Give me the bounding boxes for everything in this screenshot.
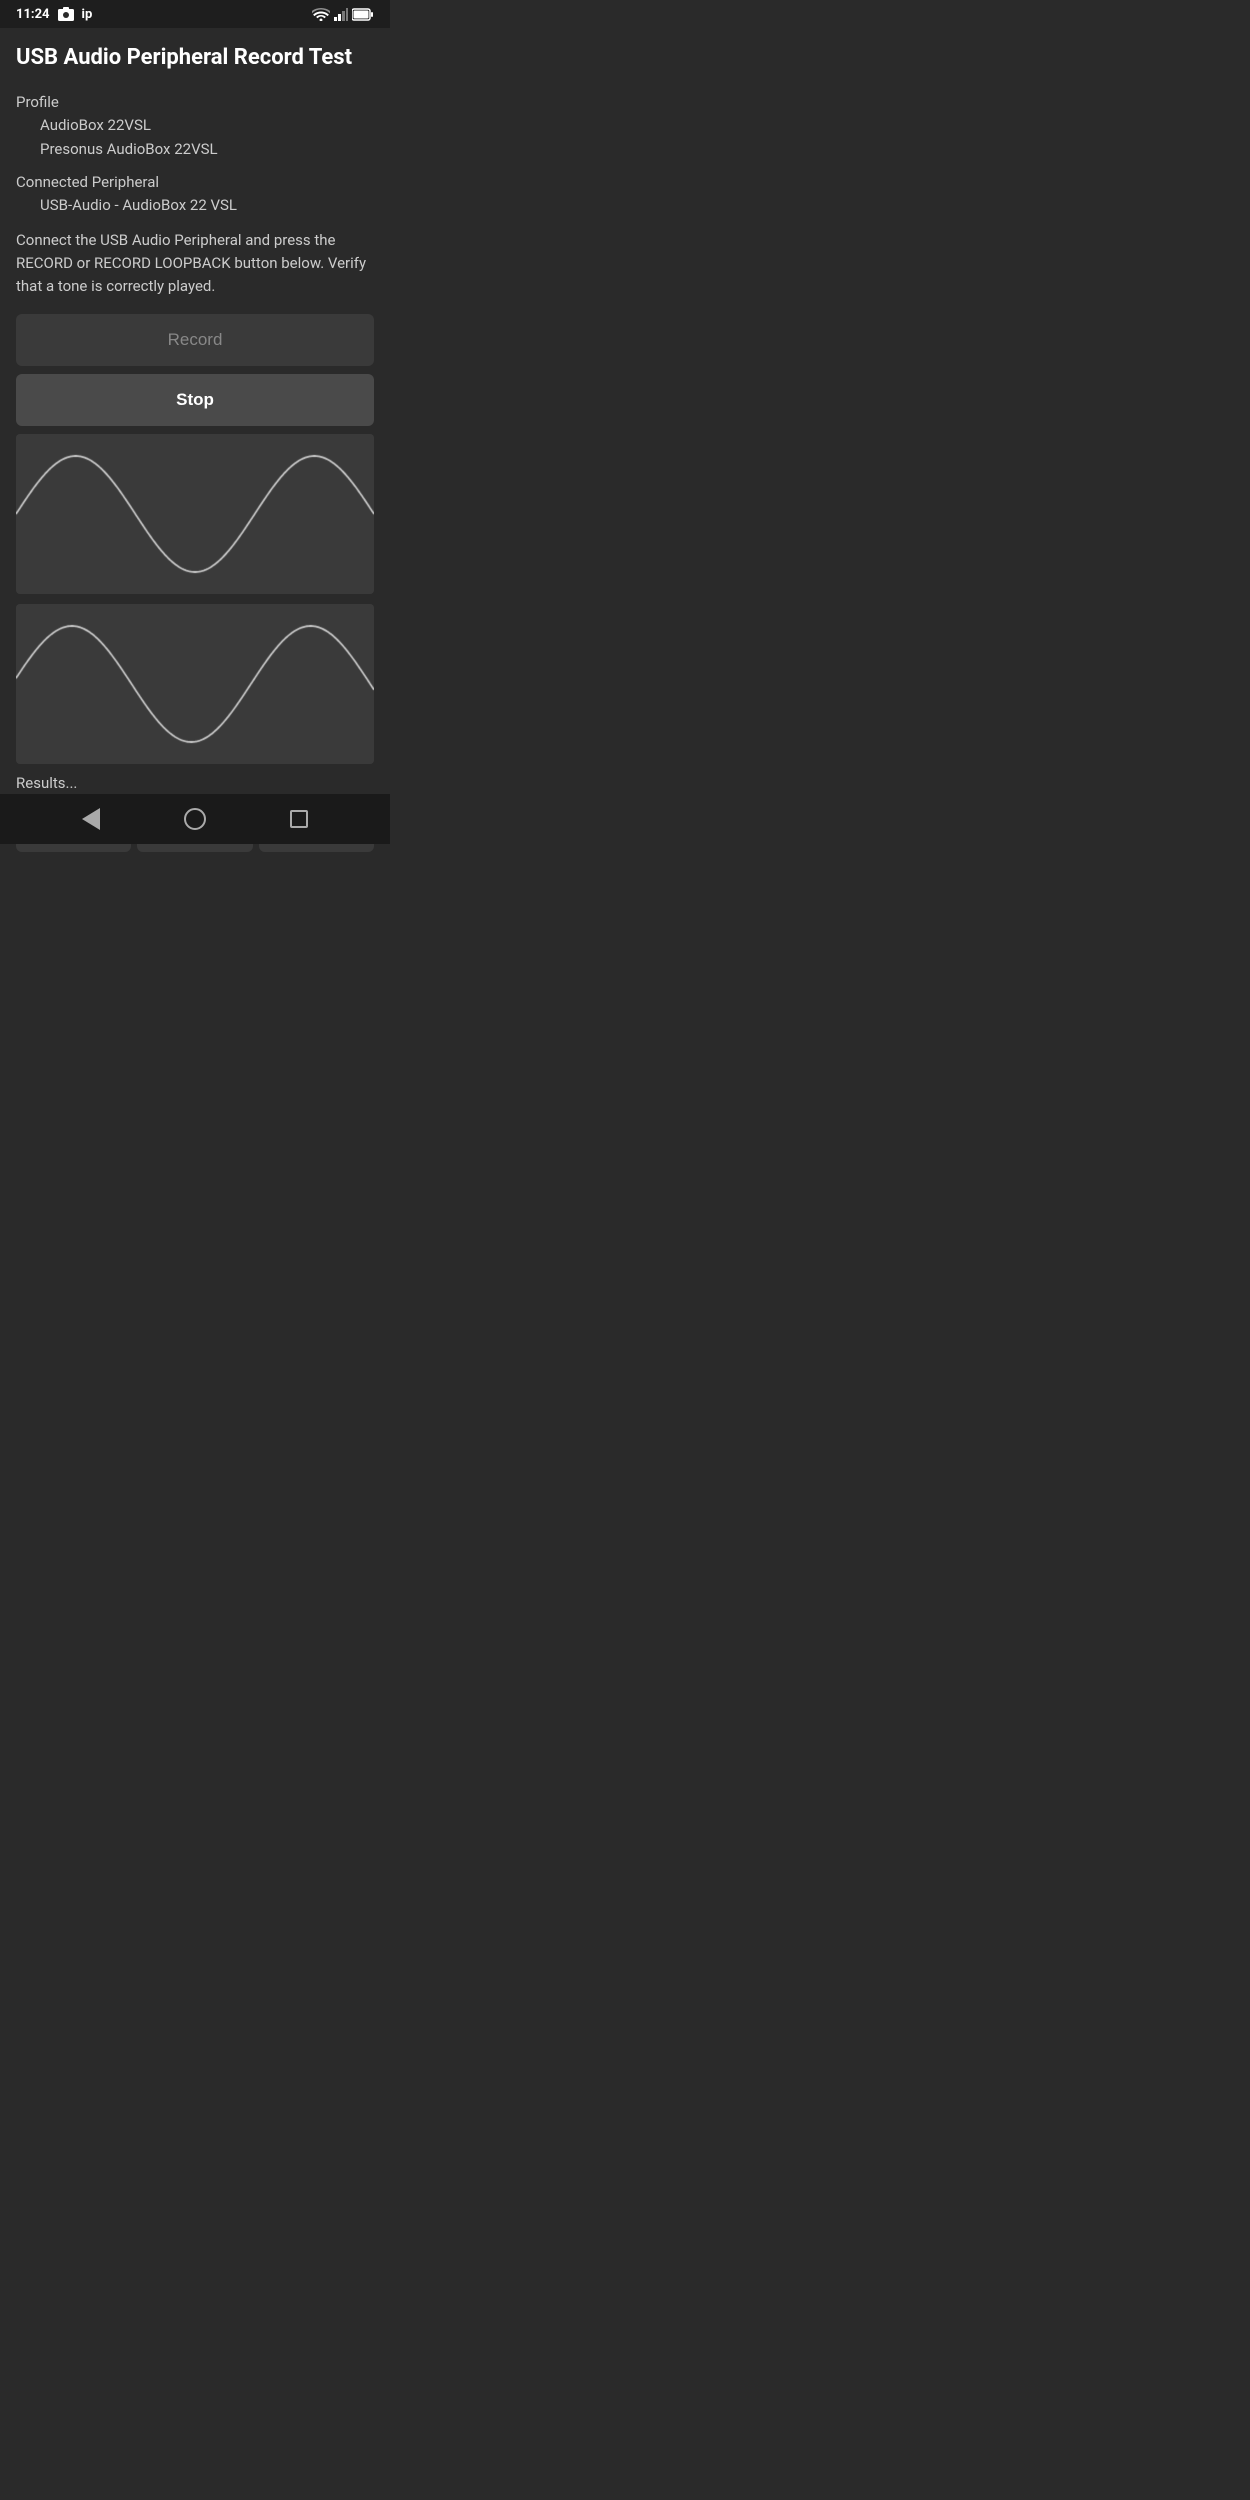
main-content: USB Audio Peripheral Record Test Profile…: [0, 28, 390, 870]
connected-peripheral-section: Connected Peripheral USB-Audio - AudioBo…: [16, 173, 374, 217]
ip-label: ip: [82, 7, 93, 22]
profile-label: Profile: [16, 93, 374, 111]
waveform-container-2: [16, 604, 374, 764]
photo-icon: [58, 7, 74, 21]
connected-peripheral-value: USB-Audio - AudioBox 22 VSL: [16, 193, 374, 217]
status-left: 11:24 ip: [16, 7, 92, 22]
profile-line2: Presonus AudioBox 22VSL: [16, 137, 374, 161]
waveform-container: [16, 434, 374, 594]
waveform-canvas-2: [16, 604, 374, 764]
results-label: Results...: [16, 774, 374, 792]
page-title: USB Audio Peripheral Record Test: [16, 44, 374, 73]
home-icon: [184, 808, 206, 830]
nav-home-button[interactable]: [184, 808, 206, 830]
connected-peripheral-label: Connected Peripheral: [16, 173, 374, 191]
profile-line1: AudioBox 22VSL: [16, 113, 374, 137]
time-display: 11:24: [16, 7, 50, 22]
wifi-icon: [312, 8, 330, 21]
signal-icon: [334, 8, 348, 21]
nav-recent-button[interactable]: [290, 810, 308, 828]
recent-icon: [290, 810, 308, 828]
record-button[interactable]: Record: [16, 314, 374, 366]
battery-icon: [352, 8, 374, 21]
status-right: [312, 8, 374, 21]
status-bar: 11:24 ip: [0, 0, 390, 28]
waveform-canvas: [16, 434, 374, 594]
nav-back-button[interactable]: [82, 808, 100, 830]
nav-bar: [0, 794, 390, 844]
stop-button[interactable]: Stop: [16, 374, 374, 426]
instruction-text: Connect the USB Audio Peripheral and pre…: [16, 229, 374, 299]
profile-section: Profile AudioBox 22VSL Presonus AudioBox…: [16, 93, 374, 161]
back-icon: [82, 808, 100, 830]
